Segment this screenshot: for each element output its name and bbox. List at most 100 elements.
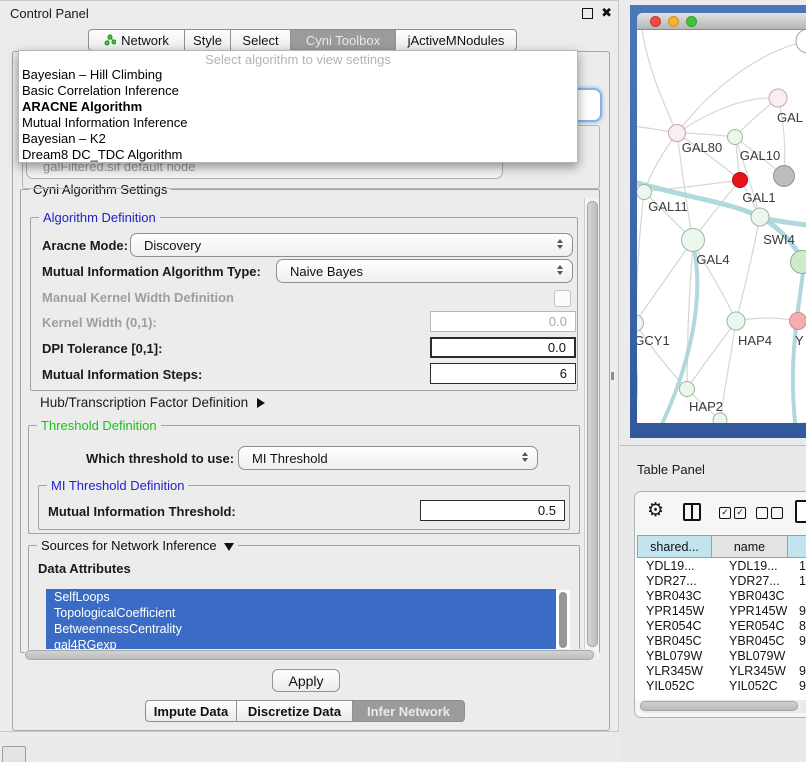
table-body: YDL19...YDL19...13 YDR27...YDR27...12 YB… — [635, 558, 806, 700]
attribute-list-scrollbar[interactable] — [556, 590, 570, 652]
kernel-width-label: Kernel Width (0,1): — [42, 315, 157, 330]
node-label: HAP2 — [689, 399, 723, 414]
table-row[interactable]: YBR043CYBR043C — [638, 589, 806, 604]
mi-type-select[interactable]: Naive Bayes — [276, 259, 573, 283]
column-header-shared[interactable]: shared... — [637, 535, 712, 558]
table-row[interactable]: YBL079WYBL079W — [638, 649, 806, 664]
algorithm-dropdown-popup: Select algorithm to view settings Bayesi… — [18, 50, 578, 163]
cell: YIL052C — [720, 679, 799, 694]
node-gal1[interactable] — [751, 208, 769, 226]
node-bottom[interactable] — [713, 413, 727, 423]
settings-vertical-scrollbar[interactable] — [584, 198, 599, 659]
spinner-icon — [557, 265, 563, 275]
node-gal11[interactable] — [637, 185, 652, 200]
tab-label: Style — [193, 33, 222, 48]
dropdown-item[interactable]: Mutual Information Inference — [19, 115, 577, 131]
node-gray[interactable] — [774, 166, 795, 187]
node-hap2[interactable] — [680, 382, 695, 397]
dropdown-item[interactable]: Bayesian – K2 — [19, 131, 577, 147]
mi-type-label: Mutual Information Algorithm Type: — [42, 264, 261, 279]
table-row[interactable]: YDR27...YDR27...12 — [638, 574, 806, 589]
checkbox-checked-icon[interactable]: ✓ — [734, 507, 746, 519]
tab-discretize-data[interactable]: Discretize Data — [236, 700, 353, 722]
new-table-icon[interactable] — [795, 500, 806, 523]
tab-infer-network[interactable]: Infer Network — [352, 700, 465, 722]
cell: 13 — [799, 559, 806, 574]
collapse-down-icon[interactable] — [224, 543, 234, 551]
dropdown-item[interactable]: Bayesian – Hill Climbing — [19, 67, 577, 83]
checkbox-unchecked-icon[interactable] — [771, 507, 783, 519]
node-gal80[interactable] — [669, 125, 686, 142]
network-window-titlebar[interactable] — [637, 13, 806, 30]
tab-style[interactable]: Style — [184, 29, 231, 51]
dropdown-item-selected[interactable]: ARACNE Algorithm — [19, 99, 577, 115]
mi-steps-field[interactable]: 6 — [430, 363, 576, 384]
tab-label: Impute Data — [154, 704, 228, 719]
network-tab-icon — [104, 34, 116, 46]
which-threshold-select[interactable]: MI Threshold — [238, 446, 538, 470]
float-window-icon[interactable] — [582, 8, 593, 19]
table-row[interactable]: YLR345WYLR345W9. — [638, 664, 806, 679]
tab-select[interactable]: Select — [230, 29, 291, 51]
column-header-extra[interactable] — [787, 535, 806, 558]
cell: 9. — [799, 604, 806, 619]
window-close-button[interactable] — [650, 16, 661, 27]
attribute-item-selected[interactable]: TopologicalCoefficient — [46, 605, 556, 621]
node-gal1-red[interactable] — [733, 173, 748, 188]
kernel-width-field[interactable]: 0.0 — [430, 311, 576, 332]
scrollbar-thumb[interactable] — [587, 201, 598, 647]
table-row[interactable]: YER054CYER054C8. — [638, 619, 806, 634]
node-gal4[interactable] — [682, 229, 705, 252]
attribute-item-selected[interactable]: BetweennessCentrality — [46, 621, 556, 637]
dropdown-item[interactable]: Dream8 DC_TDC Algorithm — [19, 147, 577, 163]
node-gal10[interactable] — [728, 130, 743, 145]
dropdown-item[interactable]: Basic Correlation Inference — [19, 83, 577, 99]
node-swi4[interactable] — [791, 251, 806, 274]
node-y-pink[interactable] — [790, 313, 806, 330]
checkbox-unchecked-icon[interactable] — [756, 507, 768, 519]
table-horizontal-scrollbar[interactable] — [639, 700, 806, 713]
settings-horizontal-scrollbar[interactable] — [24, 649, 597, 662]
network-canvas[interactable]: GAL GAL80 GAL10 GAL1 GAL11 SWI4 GAL4 GCY… — [637, 30, 806, 423]
table-panel-body: ⚙ ✓ ✓ shared... name YDL19...YDL19...13 … — [634, 491, 806, 718]
aracne-mode-select[interactable]: Discovery — [130, 233, 573, 257]
gear-icon[interactable]: ⚙ — [647, 499, 664, 522]
scrollbar-thumb[interactable] — [640, 701, 798, 711]
cell: 9. — [799, 664, 806, 679]
table-row[interactable]: YBR045CYBR045C9. — [638, 634, 806, 649]
node-partial-top[interactable] — [796, 30, 806, 53]
group-title: Threshold Definition — [37, 418, 161, 433]
minimized-panel-button[interactable] — [2, 746, 26, 762]
table-row[interactable]: YDL19...YDL19...13 — [638, 559, 806, 574]
tab-network[interactable]: Network — [88, 29, 185, 51]
window-minimize-button[interactable] — [668, 16, 679, 27]
network-graph: GAL GAL80 GAL10 GAL1 GAL11 SWI4 GAL4 GCY… — [637, 30, 806, 423]
apply-button[interactable]: Apply — [272, 669, 340, 692]
cell: 9 — [799, 679, 806, 694]
network-nodes[interactable] — [637, 30, 806, 423]
checkbox-checked-icon[interactable]: ✓ — [719, 507, 731, 519]
manual-kernel-checkbox[interactable] — [554, 290, 571, 307]
attribute-item-selected[interactable]: SelfLoops — [46, 589, 556, 605]
sources-title: Sources for Network Inference — [41, 538, 217, 553]
node-gcy1[interactable] — [637, 315, 644, 332]
data-attributes-list[interactable]: SelfLoops TopologicalCoefficient Between… — [46, 589, 556, 653]
tab-cyni-toolbox[interactable]: Cyni Toolbox — [290, 29, 396, 51]
hub-tf-definition-toggle[interactable]: Hub/Transcription Factor Definition — [40, 395, 265, 410]
mi-threshold-field[interactable]: 0.5 — [420, 500, 565, 521]
dpi-tolerance-field[interactable]: 0.0 — [430, 337, 576, 358]
tab-jactivemnodules[interactable]: jActiveMNodules — [395, 29, 517, 51]
panel-divider-handle[interactable] — [611, 372, 614, 380]
window-zoom-button[interactable] — [686, 16, 697, 27]
scrollbar-thumb[interactable] — [25, 650, 594, 660]
close-icon[interactable]: ✖ — [601, 5, 612, 21]
column-header-name[interactable]: name — [711, 535, 788, 558]
node-gal-pink[interactable] — [769, 89, 787, 107]
tab-impute-data[interactable]: Impute Data — [145, 700, 237, 722]
table-row[interactable]: YIL052CYIL052C9 — [638, 679, 806, 694]
bottom-tabs: Impute Data Discretize Data Infer Networ… — [145, 700, 465, 722]
scrollbar-thumb[interactable] — [559, 592, 567, 648]
split-columns-icon[interactable] — [683, 503, 701, 521]
table-row[interactable]: YPR145WYPR145W9. — [638, 604, 806, 619]
node-hap4[interactable] — [727, 312, 745, 330]
